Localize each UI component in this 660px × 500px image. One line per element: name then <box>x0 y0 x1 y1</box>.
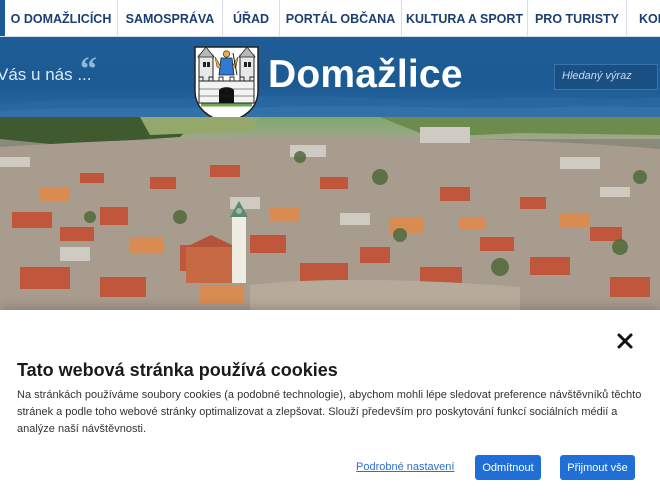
cookie-description: Na stránkách používáme soubory cookies (… <box>17 389 642 435</box>
aerial-photo-illustration <box>0 117 660 310</box>
main-navigation: O DOMAŽLICÍCH SAMOSPRÁVA ÚŘAD PORTÁL OBČ… <box>0 0 660 37</box>
detailed-settings-link[interactable]: Podrobné nastavení <box>356 461 454 473</box>
deny-button[interactable]: Odmítnout <box>475 455 541 480</box>
cookie-title: Tato webová stránka používá cookies <box>17 360 338 380</box>
quote-mark: “ <box>80 51 97 88</box>
coat-of-arms-icon[interactable] <box>193 45 260 117</box>
site-header: Vás u nás ... “ Domažlice Hledaný výraz <box>0 37 660 117</box>
nav-item-kontakty[interactable]: KONT <box>627 0 660 36</box>
nav-item-kultura-a-sport[interactable]: KULTURA A SPORT <box>402 0 528 36</box>
close-icon[interactable] <box>614 330 636 352</box>
nav-item-pro-turisty[interactable]: PRO TURISTY <box>528 0 627 36</box>
search-input[interactable]: Hledaný výraz <box>554 64 658 90</box>
nav-item-urad[interactable]: ÚŘAD <box>223 0 280 36</box>
accept-all-button[interactable]: Přijmout vše <box>560 455 635 480</box>
nav-item-o-domazlicich[interactable]: O DOMAŽLICÍCH <box>5 0 118 36</box>
cookie-banner: Tato webová stránka používá cookies Na s… <box>0 310 660 500</box>
nav-item-samosprava[interactable]: SAMOSPRÁVA <box>118 0 223 36</box>
aerial-town-photo <box>0 117 660 310</box>
nav-item-portal-obcana[interactable]: PORTÁL OBČANA <box>280 0 402 36</box>
city-name[interactable]: Domažlice <box>268 53 463 97</box>
header-tagline: Vás u nás ... <box>0 65 92 84</box>
